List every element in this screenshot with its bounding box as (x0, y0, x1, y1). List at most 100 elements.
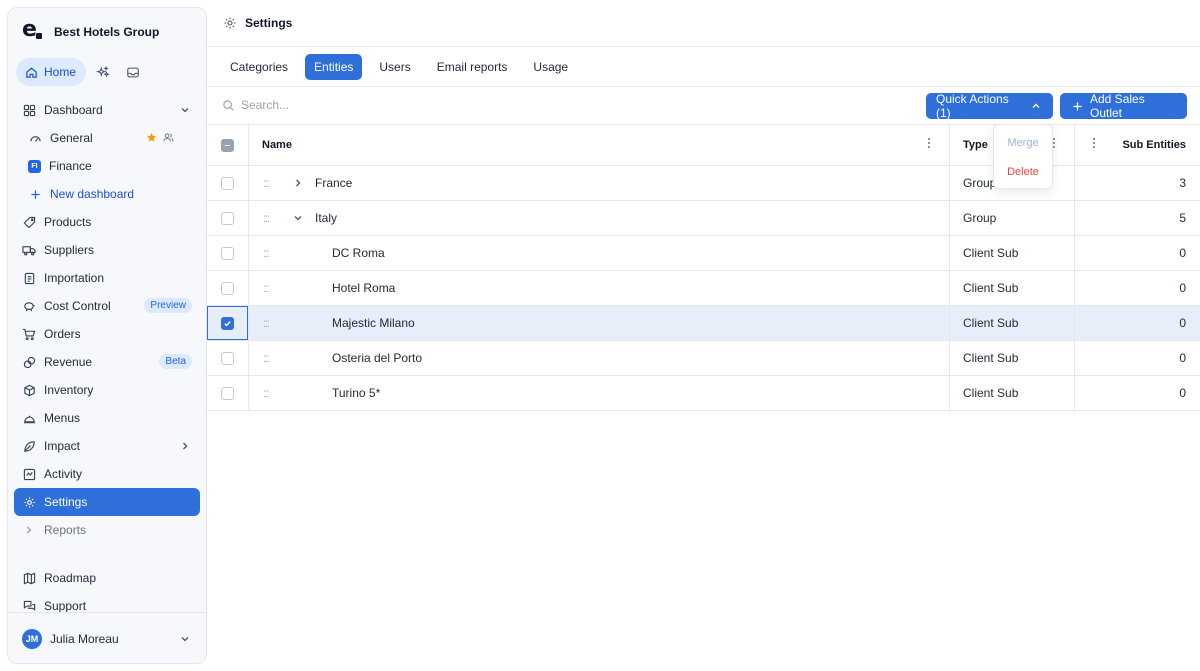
brand[interactable]: e Best Hotels Group (22, 17, 159, 42)
row-checkbox[interactable] (221, 211, 234, 225)
sidebar-item-roadmap[interactable]: Roadmap (14, 564, 200, 592)
table-row-selected[interactable]: ⁚⁚⁚ Majestic Milano Client Sub 0 (207, 306, 1200, 341)
top-nav: Home (16, 58, 146, 86)
column-name[interactable]: Name (248, 125, 949, 165)
search-input[interactable]: Search... (221, 98, 289, 112)
entity-type: Client Sub (963, 316, 1019, 330)
drag-handle-icon[interactable]: ⁚⁚⁚ (263, 319, 270, 330)
truck-icon (22, 243, 36, 257)
entity-sub-count: 0 (1179, 351, 1186, 365)
sidebar-item-revenue[interactable]: Revenue Beta (14, 348, 200, 376)
activity-icon (22, 467, 36, 481)
sidebar-item-label: Suppliers (44, 243, 95, 257)
sidebar-item-settings[interactable]: Settings (14, 488, 200, 516)
sidebar-item-orders[interactable]: Orders (14, 320, 200, 348)
row-checkbox[interactable] (221, 246, 234, 260)
row-checkbox[interactable] (221, 281, 234, 295)
delete-menu-item[interactable]: Delete (994, 157, 1052, 186)
sidebar-item-cost-control[interactable]: Cost Control Preview (14, 292, 200, 320)
drag-handle-icon[interactable]: ⁚⁚⁚ (263, 354, 270, 365)
tab-usage[interactable]: Usage (524, 54, 577, 80)
sidebar-item-products[interactable]: Products (14, 208, 200, 236)
row-checkbox-checked[interactable] (221, 316, 234, 330)
entity-sub-count: 0 (1179, 246, 1186, 260)
drag-handle-icon[interactable]: ⁚⁚⁚ (263, 214, 270, 225)
sparkles-button[interactable] (90, 59, 116, 85)
tab-email-reports[interactable]: Email reports (428, 54, 517, 80)
grid-icon (22, 103, 36, 117)
inbox-icon (126, 65, 140, 79)
table-row[interactable]: ⁚⁚⁚ Italy Group 5 (207, 201, 1200, 236)
user-menu[interactable]: JM Julia Moreau (14, 625, 200, 653)
chevron-down-icon (180, 104, 190, 118)
sidebar-item-general[interactable]: General (14, 124, 200, 152)
sidebar-item-activity[interactable]: Activity (14, 460, 200, 488)
search-placeholder: Search... (241, 98, 290, 112)
sidebar-item-label: Menus (44, 411, 81, 425)
sidebar-item-reports[interactable]: Reports (14, 516, 200, 544)
row-checkbox[interactable] (221, 351, 234, 365)
column-sub-label: Sub Entities (1122, 139, 1186, 151)
file-import-icon (22, 271, 36, 285)
chat-icon (22, 599, 36, 613)
sidebar-item-inventory[interactable]: Inventory (14, 376, 200, 404)
sidebar-item-label: Support (44, 599, 87, 613)
drag-handle-icon[interactable]: ⁚⁚⁚ (263, 179, 270, 190)
tab-entities[interactable]: Entities (305, 53, 363, 80)
row-checkbox[interactable] (221, 386, 234, 400)
entity-type: Client Sub (963, 351, 1019, 365)
gear-icon (223, 16, 237, 30)
entity-name: Osteria del Porto (332, 351, 423, 365)
home-icon (24, 65, 38, 79)
add-sales-outlet-label: Add Sales Outlet (1090, 92, 1145, 120)
sidebar-nav: Dashboard General FI Finance New dashboa… (14, 96, 200, 620)
sidebar-item-menus[interactable]: Menus (14, 404, 200, 432)
add-sales-outlet-button[interactable]: Add Sales Outlet (1060, 92, 1187, 120)
table-row[interactable]: ⁚⁚⁚ Osteria del Porto Client Sub 0 (207, 341, 1200, 376)
home-button[interactable]: Home (16, 58, 87, 86)
beta-badge: Beta (159, 354, 192, 369)
sidebar-item-support[interactable]: Support (14, 592, 200, 620)
user-name: Julia Moreau (50, 632, 119, 646)
page-header: Settings (207, 0, 1200, 47)
sidebar-item-importation[interactable]: Importation (14, 264, 200, 292)
drag-handle-icon[interactable]: ⁚⁚⁚ (263, 249, 270, 260)
column-menu-icon[interactable] (1053, 138, 1056, 150)
tab-users[interactable]: Users (370, 54, 419, 80)
table-row[interactable]: ⁚⁚⁚ Turino 5* Client Sub 0 (207, 376, 1200, 411)
sidebar-item-label: Inventory (44, 383, 94, 397)
chevron-right-icon[interactable] (293, 177, 303, 191)
avatar: JM (22, 629, 42, 649)
sidebar-item-impact[interactable]: Impact (14, 432, 200, 460)
drag-handle-icon[interactable]: ⁚⁚⁚ (263, 284, 270, 295)
sidebar-item-suppliers[interactable]: Suppliers (14, 236, 200, 264)
column-sub-entities[interactable]: Sub Entities (1074, 125, 1200, 165)
quick-actions-button[interactable]: Quick Actions (1) (926, 92, 1053, 120)
star-icon[interactable] (146, 132, 157, 146)
row-checkbox[interactable] (221, 176, 234, 190)
column-menu-icon[interactable] (928, 138, 931, 150)
toolbar: Search... Quick Actions (1) Add Sales Ou… (207, 87, 1200, 125)
table-row[interactable]: ⁚⁚⁚ Hotel Roma Client Sub 0 (207, 271, 1200, 306)
sidebar-item-finance[interactable]: FI Finance (14, 152, 200, 180)
merge-menu-item[interactable]: Merge (994, 128, 1052, 157)
inbox-button[interactable] (120, 59, 146, 85)
chevron-down-icon[interactable] (293, 212, 303, 226)
page-title: Settings (245, 16, 293, 30)
sidebar-item-label: General (50, 131, 93, 145)
drag-handle-icon[interactable]: ⁚⁚⁚ (263, 389, 270, 400)
entity-type: Group (963, 211, 997, 225)
entity-name: Italy (315, 211, 338, 225)
sparkles-icon (96, 65, 110, 79)
new-dashboard-button[interactable]: New dashboard (14, 180, 200, 208)
sidebar-item-label: Products (44, 215, 92, 229)
sidebar-item-label: Orders (44, 327, 81, 341)
sidebar-item-label: Finance (49, 159, 92, 173)
sidebar-item-dashboard[interactable]: Dashboard (14, 96, 200, 124)
tab-categories[interactable]: Categories (221, 54, 297, 80)
chevron-right-icon (22, 523, 36, 537)
select-all-checkbox[interactable] (221, 138, 234, 152)
gauge-icon (28, 131, 42, 145)
table-row[interactable]: ⁚⁚⁚ DC Roma Client Sub 0 (207, 236, 1200, 271)
entity-name: Turino 5* (332, 386, 381, 400)
